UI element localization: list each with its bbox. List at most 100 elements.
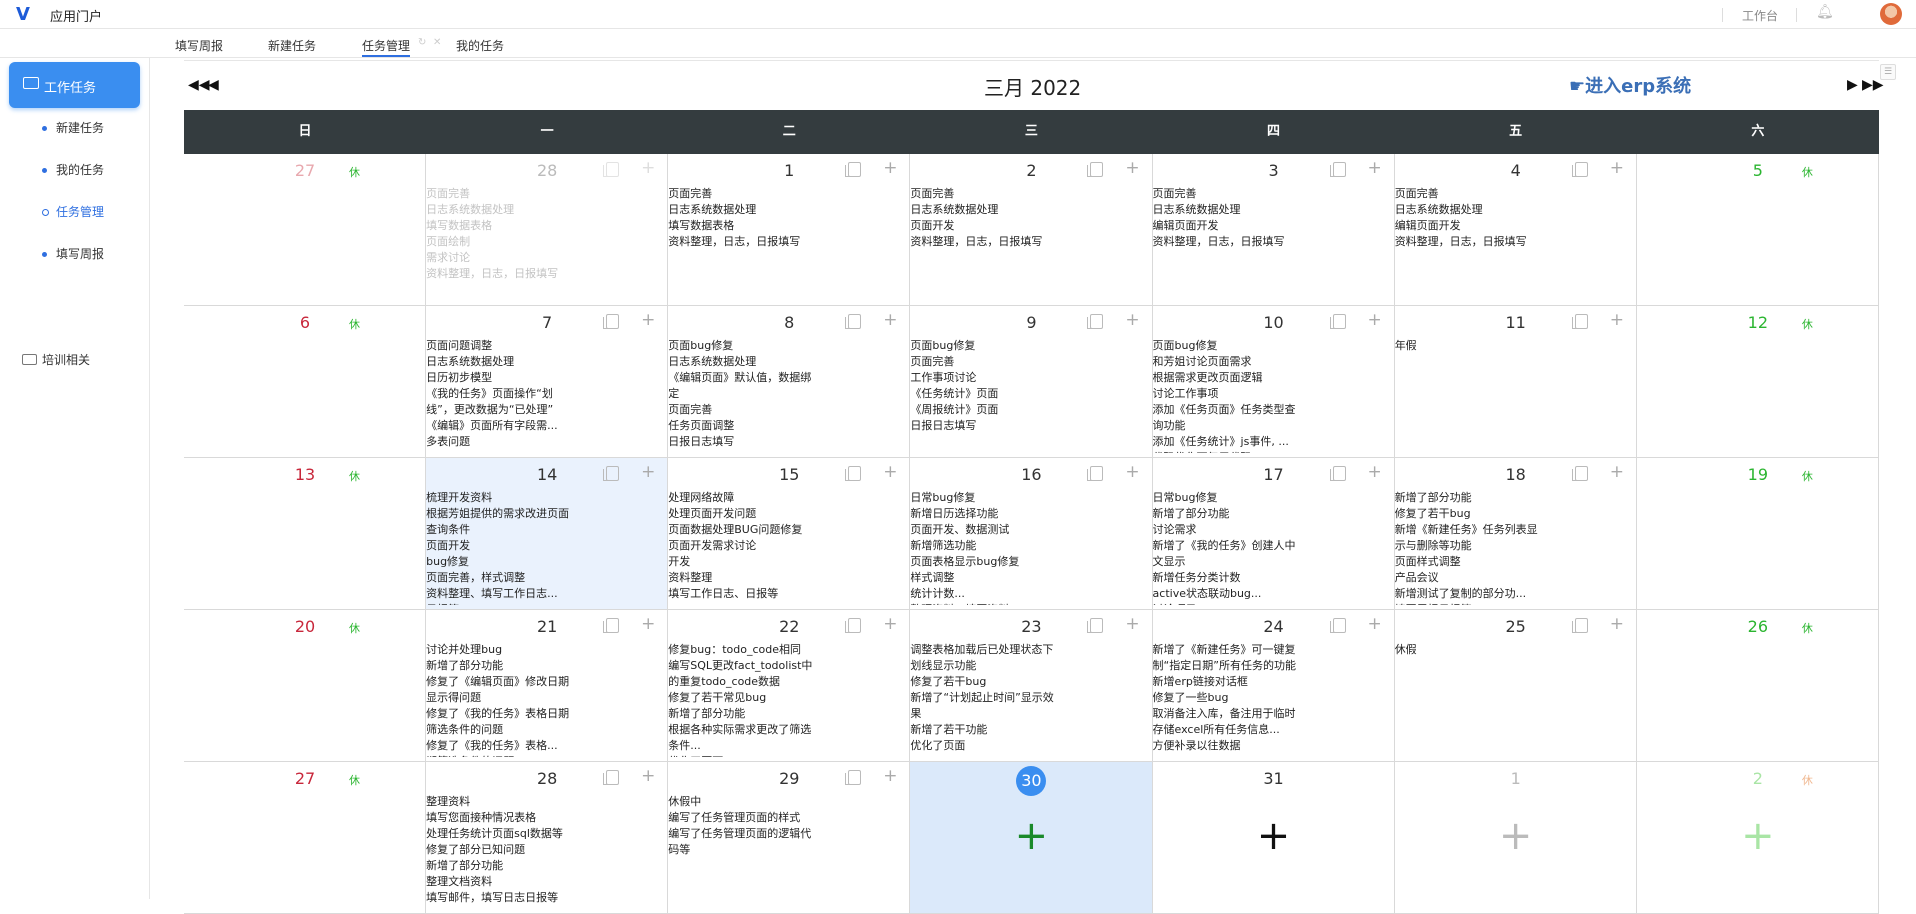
task-item[interactable]: 资料整理，日志，日报填写 [426, 266, 666, 282]
task-item[interactable]: 新增了若干功能 [910, 722, 1150, 738]
task-item[interactable]: 页面完善 [1395, 186, 1635, 202]
task-item[interactable]: 日志系统数据处理 [1395, 202, 1635, 218]
day-cell[interactable]: 8 + 页面bug修复 日志系统数据处理 《编辑页面》默认值，数据绑定 页面完善 任务页面调… [668, 306, 911, 458]
day-cell[interactable]: 9 + 页面bug修复 页面完善 工作事项讨论 《任务统计》页面 《周报统计》页面 日报日志填… [910, 306, 1153, 458]
task-item[interactable]: bug修复 [426, 554, 666, 570]
day-cell[interactable]: 22 + 修复bug：todo_code相同 编写SQL更改fact_todolist… [668, 610, 911, 762]
task-item[interactable]: 根据各种实际需求更改了筛选条件... [668, 722, 908, 754]
task-item[interactable]: 讨论并处理bug [426, 642, 666, 658]
task-item[interactable]: 优化了页面 [910, 738, 1150, 754]
add-task-plus-icon[interactable]: + [1395, 816, 1636, 856]
task-item[interactable]: 整理文档资料 [426, 874, 666, 890]
task-item[interactable]: 日志系统数据处理 [910, 202, 1150, 218]
task-item[interactable]: 新增了部分功能 [1153, 506, 1393, 522]
doc-icon[interactable] [1329, 162, 1346, 177]
day-cell[interactable]: 1 + [1394, 762, 1637, 914]
day-cell[interactable]: 31 + [1152, 762, 1395, 914]
doc-icon[interactable] [603, 618, 620, 633]
prev-year-icon[interactable]: ◀◀ [188, 77, 210, 93]
task-item[interactable]: 《任务统计》页面 [910, 386, 1150, 402]
task-item[interactable]: 填写数据表格 [426, 218, 666, 234]
task-item[interactable]: 新增测试了复制的部分功... [1395, 586, 1635, 602]
task-item[interactable]: 填写您面接种情况表格 [426, 810, 666, 826]
day-cell[interactable]: 30 + [910, 762, 1153, 914]
day-cell[interactable]: 29 + 休假中 编写了任务管理页面的样式 编写了任务管理页面的逻辑代码等 [668, 762, 911, 914]
doc-icon[interactable] [603, 466, 620, 481]
task-item[interactable]: 页面开发、数据测试 [910, 522, 1150, 538]
task-item[interactable]: 修复bug：todo_code相同 [668, 642, 908, 658]
task-item[interactable]: 休假 [1395, 642, 1635, 658]
workbench-link[interactable]: 工作台 [1742, 7, 1778, 24]
task-item[interactable]: 新增了部分功能 [426, 658, 666, 674]
task-item[interactable]: 修复了一些bug [1153, 690, 1393, 706]
day-cell[interactable]: 18 + 新增了部分功能 修复了若干bug 新增《新建任务》任务列表显示与删除等功能 页面… [1394, 458, 1637, 610]
task-item[interactable]: 新增《新建任务》任务列表显示与删除等功能 [1395, 522, 1635, 554]
task-item[interactable]: 整理资料、填写资料 [910, 602, 1150, 605]
task-item[interactable]: 资料整理、填写工作日志... [426, 586, 666, 602]
doc-icon[interactable] [1329, 314, 1346, 329]
task-item[interactable]: 工作事项讨论 [910, 370, 1150, 386]
task-item[interactable]: 添加《任务统计》js事件, ... [1153, 434, 1393, 450]
day-cell[interactable]: 21 + 讨论并处理bug 新增了部分功能 修复了《编辑页面》修改日期显示得问题 修复了《… [426, 610, 669, 762]
doc-icon[interactable] [845, 162, 862, 177]
plus-icon[interactable]: + [1125, 462, 1139, 482]
task-item[interactable]: 资料整理，日志，日报填写 [1153, 234, 1393, 250]
task-item[interactable]: 新增了部分功能 [1395, 490, 1635, 506]
plus-icon[interactable]: + [1368, 462, 1382, 482]
day-cell[interactable]: 2 休 + [1636, 762, 1879, 914]
day-cell[interactable]: 27 休 [184, 154, 427, 306]
task-item[interactable]: 日历初步模型 [426, 370, 666, 386]
task-item[interactable]: 新增筛选功能 [910, 538, 1150, 554]
task-item[interactable]: 页面数据处理BUG问题修复 [668, 522, 908, 538]
doc-icon[interactable] [1087, 314, 1104, 329]
task-item[interactable]: 日报日志填写 [910, 418, 1150, 434]
task-item[interactable]: 页面问题调整 [426, 338, 666, 354]
task-item[interactable]: 页面bug修复 [1153, 338, 1393, 354]
day-cell[interactable]: 17 + 日常bug修复 新增了部分功能 讨论需求 新增了《我的任务》创建人中文显示 新增任… [1152, 458, 1395, 610]
day-cell[interactable]: 7 + 页面问题调整 日志系统数据处理 日历初步模型 《我的任务》页面操作“划线”，更改数… [426, 306, 669, 458]
day-cell[interactable]: 5休 [1636, 154, 1879, 306]
close-icon[interactable]: ✕ [433, 37, 441, 48]
day-cell[interactable]: 12 休 [1636, 306, 1879, 458]
task-item[interactable]: 休假中 [668, 794, 908, 810]
plus-icon[interactable]: + [1125, 158, 1139, 178]
task-item[interactable]: 填写工作日志、日报等 [668, 586, 908, 602]
day-cell[interactable]: 26 休 [1636, 610, 1879, 762]
task-item[interactable]: 讨论需求 [1153, 522, 1393, 538]
bell-icon[interactable]: 🔔︎ [1816, 4, 1834, 20]
add-task-plus-icon[interactable]: + [1153, 816, 1394, 856]
day-cell[interactable]: 3 + 页面完善 日志系统数据处理 编辑页面开发 资料整理，日志，日报填写 [1152, 154, 1395, 306]
task-item[interactable]: 页面样式调整 [1395, 554, 1635, 570]
task-item[interactable]: 填写周报日报等 [1395, 602, 1635, 605]
doc-icon[interactable] [603, 162, 620, 177]
day-cell[interactable]: 11 + 年假 [1394, 306, 1637, 458]
plus-icon[interactable]: + [1368, 310, 1382, 330]
erp-link[interactable]: ☛进入erp系统 [1569, 72, 1691, 98]
task-item[interactable]: 新增了《我的任务》创建人中文显示 [1153, 538, 1393, 570]
task-item[interactable]: 梳理开发资料 [426, 490, 666, 506]
task-item[interactable]: 年假 [1395, 338, 1635, 354]
task-item[interactable]: 编辑页面开发 [1153, 218, 1393, 234]
doc-icon[interactable] [1087, 162, 1104, 177]
task-item[interactable]: active状态联动bug... [1153, 586, 1393, 602]
task-item[interactable]: 页面绘制 [426, 234, 666, 250]
task-item[interactable]: 调整表格加载后已处理状态下划线显示功能 [910, 642, 1150, 674]
plus-icon[interactable]: + [641, 310, 655, 330]
task-item[interactable]: 新增了部分功能 [668, 706, 908, 722]
refresh-icon[interactable]: ↻ [418, 37, 426, 48]
add-task-plus-icon[interactable]: + [910, 816, 1151, 856]
task-item[interactable]: 日报等 [426, 602, 666, 605]
sidebar-item-training[interactable]: 培训相关 [22, 351, 90, 368]
task-item[interactable]: 填写数据表格 [668, 218, 908, 234]
task-item[interactable]: 开发 [668, 554, 908, 570]
day-cell[interactable]: 2 + 页面完善 日志系统数据处理 页面开发 资料整理，日志，日报填写 [910, 154, 1153, 306]
doc-icon[interactable] [1571, 466, 1588, 481]
task-item[interactable]: 期筛选条件的问题 [426, 754, 666, 757]
task-item[interactable]: 日志系统数据处理 [426, 202, 666, 218]
day-cell[interactable]: 23 + 调整表格加载后已处理状态下划线显示功能 修复了若干bug 新增了“计划起止时间… [910, 610, 1153, 762]
task-item[interactable]: 《周报统计》页面 [910, 402, 1150, 418]
task-item[interactable]: 页面bug修复 [910, 338, 1150, 354]
task-item[interactable]: 资料整理 [668, 570, 908, 586]
task-item[interactable]: 统计计数... [910, 586, 1150, 602]
doc-icon[interactable] [845, 770, 862, 785]
